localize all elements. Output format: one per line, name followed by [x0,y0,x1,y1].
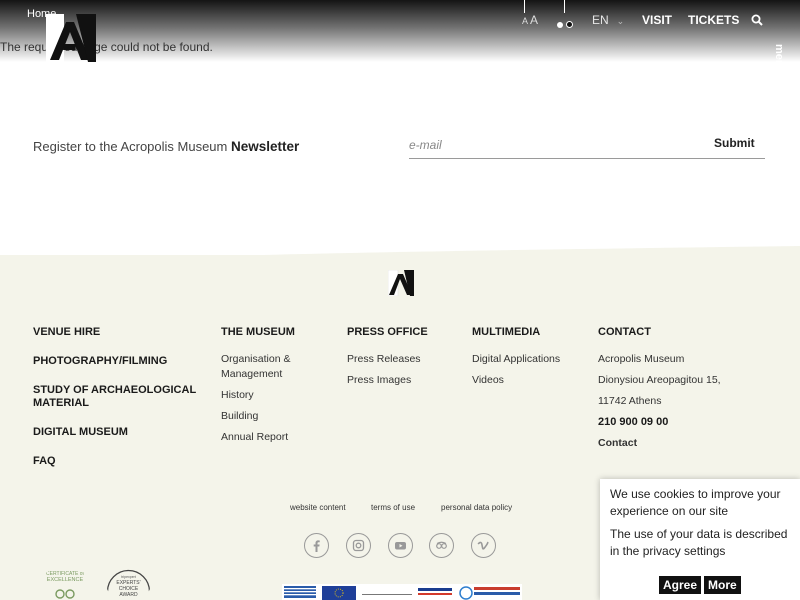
footer-link-faq[interactable]: FAQ [33,455,203,468]
footer-col-links: VENUE HIRE PHOTOGRAPHY/FILMING STUDY OF … [33,326,203,484]
footer-link-organisation[interactable]: Organisation & Management [221,352,336,382]
legal-terms-of-use[interactable]: terms of use [371,503,415,512]
youtube-icon[interactable] [388,533,413,558]
cookie-more-button[interactable]: More [704,576,741,594]
footer-link-digital-museum[interactable]: DIGITAL MUSEUM [33,426,203,439]
footer-col-contact: CONTACT Acropolis Museum Dionysiou Areop… [598,326,721,457]
chevron-down-icon: ⌄ [616,16,625,26]
nav-tickets[interactable]: TICKETS [688,13,739,27]
svg-text:tripexpert: tripexpert [121,575,136,579]
footer-link-study[interactable]: STUDY OF ARCHAEOLOGICAL MATERIAL [33,384,203,410]
contrast-dark-icon[interactable] [566,21,573,29]
contact-link[interactable]: Contact [598,436,721,451]
footer-link-annual-report[interactable]: Annual Report [221,430,336,445]
footer-heading-museum[interactable]: THE MUSEUM [221,326,336,338]
certificate-of-excellence-badge: CERTIFICATE of EXCELLENCE [46,571,85,599]
footer-link-building[interactable]: Building [221,409,336,424]
footer-heading-contact: CONTACT [598,326,651,338]
legal-data-policy[interactable]: personal data policy [441,503,512,512]
legal-website-content[interactable]: website content [290,503,346,512]
font-large-option[interactable]: A [530,13,538,27]
font-size-switcher[interactable]: A A [522,13,538,27]
footer-logo[interactable] [388,270,414,296]
language-selector[interactable]: EN ⌄ [592,13,624,27]
header-divider [564,0,565,13]
footer-link-venue-hire[interactable]: VENUE HIRE [33,326,203,339]
contrast-toggle[interactable] [557,16,576,34]
footer-col-press: PRESS OFFICE Press Releases Press Images [347,326,428,394]
menu-toggle[interactable]: menu [773,44,785,73]
contact-street: Dionysiou Areopagitou 15, [598,374,721,386]
facebook-icon[interactable] [304,533,329,558]
cookie-message: We use cookies to improve your experienc… [610,487,781,518]
footer-heading-press[interactable]: PRESS OFFICE [347,326,428,338]
footer-link-videos[interactable]: Videos [472,373,560,388]
footer-link-press-images[interactable]: Press Images [347,373,428,388]
not-found-message: The requested page could not be found. [0,40,213,54]
cookie-agree-button[interactable]: Agree [659,576,702,594]
contact-name: Acropolis Museum [598,353,685,365]
submit-button[interactable]: Submit [706,136,763,150]
tripadvisor-icon[interactable] [429,533,454,558]
footer-link-press-releases[interactable]: Press Releases [347,352,428,367]
svg-text:EXCELLENCE: EXCELLENCE [47,577,84,583]
contact-city: 11742 Athens [598,395,662,407]
newsletter-label: Register to the Acropolis Museum Newslet… [33,139,299,154]
language-label: EN [592,13,609,27]
footer-col-museum: THE MUSEUM Organisation & Management His… [221,326,336,451]
eu-funding-logos [282,584,522,600]
header-divider [524,0,525,13]
newsletter-prefix: Register to the Acropolis Museum [33,139,228,154]
nav-visit[interactable]: VISIT [642,13,672,27]
svg-text:AWARD: AWARD [119,592,138,598]
footer-heading-multimedia[interactable]: MULTIMEDIA [472,326,560,338]
museum-logo[interactable] [46,14,96,62]
footer-link-history[interactable]: History [221,388,336,403]
newsletter-emphasis: Newsletter [231,139,300,154]
search-icon[interactable] [751,14,763,26]
font-small-option[interactable]: A [522,16,528,26]
footer-link-photography[interactable]: PHOTOGRAPHY/FILMING [33,355,203,368]
vimeo-icon[interactable] [471,533,496,558]
cookie-privacy-message: The use of your data is described in the… [610,527,788,558]
experts-choice-award-badge: tripexpert EXPERTS' CHOICE AWARD [106,569,151,600]
contrast-normal-icon[interactable] [557,21,563,28]
instagram-icon[interactable] [346,533,371,558]
footer-link-digital-apps[interactable]: Digital Applications [472,352,560,367]
footer-col-multimedia: MULTIMEDIA Digital Applications Videos [472,326,560,394]
contact-phone[interactable]: 210 900 09 00 [598,415,721,430]
